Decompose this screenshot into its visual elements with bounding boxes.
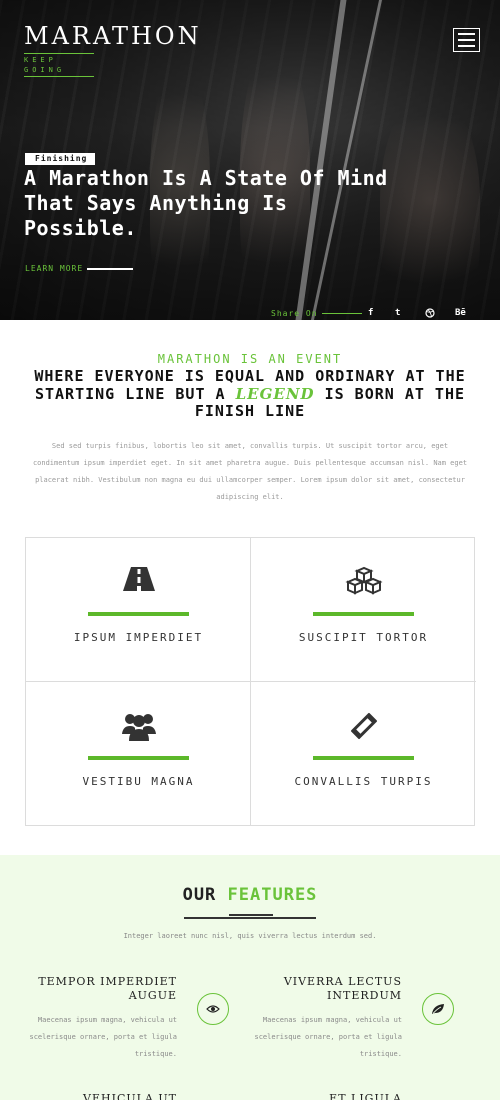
features-description: Integer laoreet nunc nisl, quis viverra … bbox=[123, 932, 377, 940]
feature-icon-circle bbox=[197, 993, 229, 1025]
learn-more-label: LEARN MORE bbox=[25, 264, 84, 273]
hamburger-icon bbox=[458, 39, 475, 41]
brand-tagline-keep: KEEP bbox=[24, 56, 57, 64]
event-title: WHERE EVERYONE IS EQUAL AND ORDINARY AT … bbox=[30, 367, 470, 421]
features-section: OUR FEATURES Integer laoreet nunc nisl, … bbox=[0, 855, 500, 1100]
features-title: OUR FEATURES bbox=[0, 885, 500, 905]
eye-icon bbox=[206, 1005, 220, 1013]
brand-rule bbox=[24, 53, 94, 54]
hero-badge: Finishing bbox=[25, 153, 96, 165]
event-card[interactable]: IPSUM IMPERDIET bbox=[26, 538, 251, 682]
event-subtitle: MARATHON IS AN EVENT bbox=[157, 352, 343, 366]
card-label: VESTIBU MAGNA bbox=[82, 775, 195, 788]
feature-title: TEMPOR IMPERDIET AUGUE bbox=[38, 975, 177, 1002]
card-label: SUSCIPIT TORTOR bbox=[298, 631, 429, 644]
share-on: Share On bbox=[271, 309, 362, 318]
brand-tag-rule bbox=[24, 76, 94, 77]
feature-title: ET LIGULA TRISTIQUE bbox=[329, 1092, 402, 1100]
feature-text: Maecenas ipsum magna, vehicula ut sceler… bbox=[254, 1016, 402, 1058]
card-accent-bar bbox=[88, 756, 189, 760]
event-cards-grid: IPSUM IMPERDIET SUSCIPIT TORTOR VESTIBU … bbox=[25, 537, 476, 826]
road-icon bbox=[26, 566, 251, 600]
menu-toggle-button[interactable] bbox=[453, 28, 480, 52]
learn-more-link[interactable]: LEARN MORE bbox=[25, 264, 134, 273]
card-label: IPSUM IMPERDIET bbox=[73, 631, 204, 644]
feature-text: Maecenas ipsum magna, vehicula ut sceler… bbox=[29, 1016, 177, 1058]
card-accent-bar bbox=[88, 612, 189, 616]
event-card[interactable]: CONVALLIS TURPIS bbox=[251, 682, 476, 826]
features-title-highlight: FEATURES bbox=[227, 885, 318, 905]
card-accent-bar bbox=[313, 756, 414, 760]
cubes-icon bbox=[251, 566, 476, 600]
card-accent-bar bbox=[313, 612, 414, 616]
brand-logo[interactable]: MARATHON KEEP GOING bbox=[24, 22, 202, 77]
feature-title: VIVERRA LECTUS INTERDUM bbox=[283, 975, 402, 1002]
behance-icon[interactable]: Bē bbox=[455, 308, 466, 318]
hamburger-icon bbox=[458, 45, 475, 47]
users-icon bbox=[26, 710, 251, 744]
event-card[interactable]: VESTIBU MAGNA bbox=[26, 682, 251, 826]
features-title-rule-short bbox=[229, 914, 273, 916]
brand-tagline-going: GOING bbox=[24, 66, 66, 74]
feature-title: VEHICULA UT ORNARE bbox=[83, 1092, 177, 1100]
event-title-legend: LEGEND bbox=[235, 384, 315, 403]
share-label: Share On bbox=[271, 309, 318, 318]
share-rule bbox=[321, 313, 362, 314]
brand-name: MARATHON bbox=[24, 22, 202, 50]
event-paragraph: Sed sed turpis finibus, lobortis leo sit… bbox=[32, 442, 468, 501]
card-label: CONVALLIS TURPIS bbox=[294, 775, 433, 788]
twitter-icon[interactable]: t bbox=[395, 308, 400, 318]
hamburger-icon bbox=[458, 33, 475, 35]
hero-banner: MARATHON KEEP GOING Finishing A Marathon… bbox=[0, 0, 500, 320]
event-card[interactable]: SUSCIPIT TORTOR bbox=[251, 538, 476, 682]
feature-icon-circle bbox=[422, 993, 454, 1025]
ticket-icon bbox=[251, 710, 476, 744]
dribbble-icon[interactable] bbox=[425, 308, 435, 320]
hero-title: A Marathon Is A State Of Mind That Says … bbox=[24, 166, 388, 240]
features-title-plain: OUR bbox=[182, 885, 228, 905]
learn-more-rule bbox=[87, 267, 134, 270]
features-title-rule bbox=[184, 917, 316, 919]
leaf-icon bbox=[432, 1004, 444, 1014]
facebook-icon[interactable]: f bbox=[368, 308, 373, 318]
